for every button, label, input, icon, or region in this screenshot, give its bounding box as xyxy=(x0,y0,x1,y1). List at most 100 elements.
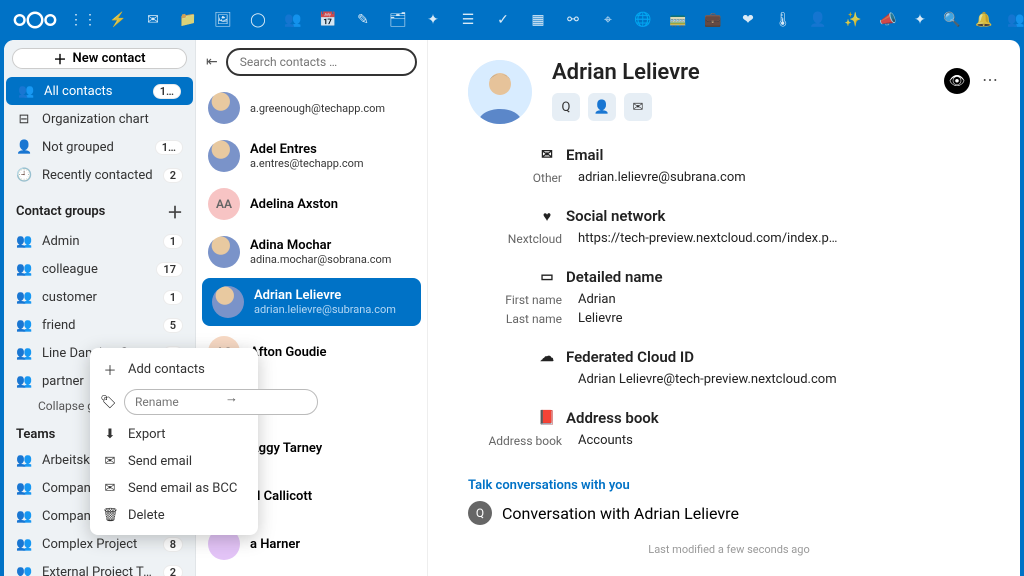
id-card-icon: ▭ xyxy=(538,269,556,285)
bookmarks-icon[interactable]: ✦ xyxy=(424,11,442,29)
sidebar-item-label: Recently contacted xyxy=(42,168,153,183)
group-icon: 👤 xyxy=(16,140,32,155)
sidebar-item[interactable]: 👤Not grouped1… xyxy=(4,133,195,161)
sidebar-item-label: Organization chart xyxy=(42,112,183,127)
talk-conversation-row[interactable]: Q Conversation with Adrian Lelievre xyxy=(468,501,990,525)
social-value[interactable]: https://tech-preview.nextcloud.com/index… xyxy=(578,231,990,246)
count-badge: 1 xyxy=(163,290,183,305)
count-badge: 8 xyxy=(163,537,183,552)
menu-rename: 🏷 → xyxy=(90,385,258,421)
add-group-icon[interactable]: ＋ xyxy=(167,199,183,223)
deck-icon[interactable]: 🗂 xyxy=(389,11,407,29)
count-badge: 17 xyxy=(156,262,183,277)
activity-icon[interactable]: ⚡ xyxy=(109,11,127,29)
contact-email: adrian.lelievre@subrana.com xyxy=(254,303,396,316)
firstname-value: Adrian xyxy=(578,292,990,307)
contact-name: Adel Entres xyxy=(250,142,364,157)
talk-icon[interactable]: ◯ xyxy=(249,11,267,29)
abook-label: Address book xyxy=(468,433,578,448)
ai-icon[interactable]: ✦ xyxy=(911,11,929,29)
notifications-icon[interactable]: 🔔 xyxy=(975,11,993,29)
sidebar-group-item[interactable]: 👥friend5 xyxy=(4,311,195,339)
menu-export[interactable]: ⬇Export xyxy=(90,421,258,448)
detail-avatar[interactable] xyxy=(468,60,532,124)
team-icon: 👥 xyxy=(16,509,32,524)
count-badge: 2 xyxy=(163,565,183,576)
federated-value[interactable]: Adrian Lelievre@tech-preview.nextcloud.c… xyxy=(578,372,990,387)
search-input[interactable] xyxy=(226,48,417,76)
contact-row[interactable]: a.greenough@techapp.com xyxy=(196,84,427,132)
more-menu-icon[interactable]: ⋯ xyxy=(982,70,998,89)
social-label: Nextcloud xyxy=(468,231,578,246)
detail-name: Adrian Lelievre xyxy=(552,60,700,85)
transport-icon[interactable]: 🚃 xyxy=(669,11,687,29)
team-icon: 👥 xyxy=(16,565,32,576)
rename-input[interactable] xyxy=(124,389,318,415)
sidebar-item[interactable]: ⊟Organization chart xyxy=(4,105,195,133)
photos-icon[interactable]: 🖼 xyxy=(214,11,232,29)
passwords-icon[interactable]: ⚯ xyxy=(564,11,582,29)
last-modified: Last modified a few seconds ago xyxy=(468,543,990,556)
menu-delete[interactable]: 🗑Delete xyxy=(90,502,258,529)
group-icon: 👥 xyxy=(16,318,32,333)
health-icon[interactable]: ❤ xyxy=(739,11,757,29)
contacts-icon[interactable]: 👥 xyxy=(284,11,302,29)
tag-icon: 🏷 xyxy=(100,395,116,410)
talk-section-title: Talk conversations with you xyxy=(468,478,990,493)
menu-send-bcc[interactable]: ✉Send email as BCC xyxy=(90,475,258,502)
maps-icon[interactable]: ⌖ xyxy=(599,11,617,29)
sidebar-group-item[interactable]: 👥Admin1 xyxy=(4,227,195,255)
dashboard-icon[interactable]: ⋮⋮ xyxy=(74,11,92,29)
files-icon[interactable]: 📁 xyxy=(179,11,197,29)
talk-action-icon[interactable]: Q xyxy=(552,93,580,121)
notes-icon[interactable]: ✎ xyxy=(354,11,372,29)
tasks-icon[interactable]: ☰ xyxy=(459,11,477,29)
menu-add-contacts[interactable]: ＋Add contacts xyxy=(90,354,258,385)
firstname-label: First name xyxy=(468,292,578,307)
topbar-app-icons: ⋮⋮ ⚡ ✉ 📁 🖼 ◯ 👥 📅 ✎ 🗂 ✦ ☰ ✓ ▦ ⚯ ⌖ 🌐 🚃 💼 ❤… xyxy=(74,11,897,29)
sidebar-item[interactable]: 👥All contacts1… xyxy=(6,77,193,105)
assist-icon[interactable]: ✨ xyxy=(844,11,862,29)
sidebar-item[interactable]: 🕘Recently contacted2 xyxy=(4,161,195,189)
contact-row[interactable]: AAAdelina Axston xyxy=(196,180,427,228)
nextcloud-logo[interactable] xyxy=(10,8,60,32)
teams-label: Teams xyxy=(16,427,55,442)
tables-icon[interactable]: ▦ xyxy=(529,11,547,29)
contact-row[interactable]: Adel Entresa.entres@techapp.com xyxy=(196,132,427,180)
calendar-icon[interactable]: 📅 xyxy=(319,11,337,29)
checklist-icon[interactable]: ✓ xyxy=(494,11,512,29)
contact-name: Aggy Tarney xyxy=(250,441,322,456)
announce-icon[interactable]: 📣 xyxy=(879,11,897,29)
group-icon[interactable]: 👥 xyxy=(1007,11,1024,29)
contact-row[interactable]: Adrian Lelievreadrian.lelievre@subrana.c… xyxy=(202,278,421,326)
user-icon[interactable]: 👤 xyxy=(809,11,827,29)
new-contact-button[interactable]: ＋ New contact xyxy=(12,48,187,69)
work-icon[interactable]: 💼 xyxy=(704,11,722,29)
search-icon[interactable]: 🔍 xyxy=(943,11,961,29)
group-icon: 👥 xyxy=(16,374,32,389)
sidebar-group-item[interactable]: 👥customer1 xyxy=(4,283,195,311)
contact-detail-panel: 👁 ⋯ Adrian Lelievre Q 👤 ✉ ✉Email Otherad… xyxy=(428,40,1020,576)
mail-action-icon[interactable]: ✉ xyxy=(624,93,652,121)
contact-row[interactable]: Adina Mocharadina.mochar@sobrana.com xyxy=(196,228,427,276)
profile-action-icon[interactable]: 👤 xyxy=(588,93,616,121)
sidebar-team-item[interactable]: 👥 External Project Team 2 xyxy=(4,558,195,576)
plus-icon: ＋ xyxy=(54,49,67,68)
lastname-value: Lelievre xyxy=(578,311,990,326)
menu-send-email[interactable]: ✉Send email xyxy=(90,448,258,475)
trash-icon: 🗑 xyxy=(102,508,118,523)
news-icon[interactable]: 🌐 xyxy=(634,11,652,29)
email-value[interactable]: adrian.lelievre@subrana.com xyxy=(578,170,990,185)
count-badge: 5 xyxy=(163,318,183,333)
weather-icon[interactable]: 🌡 xyxy=(774,11,792,29)
sidebar-item-label: All contacts xyxy=(44,84,143,99)
sidebar-item-label: External Project Team xyxy=(42,565,153,576)
download-icon: ⬇ xyxy=(102,427,118,442)
email-section-title: Email xyxy=(566,146,603,164)
mail-icon[interactable]: ✉ xyxy=(144,11,162,29)
mail-icon: ✉ xyxy=(102,481,118,496)
visibility-button[interactable]: 👁 xyxy=(944,68,970,94)
toggle-sidebar-icon[interactable]: ⇤ xyxy=(206,54,218,70)
sidebar-group-item[interactable]: 👥colleague17 xyxy=(4,255,195,283)
contact-row[interactable]: d Hedan xyxy=(196,568,427,576)
